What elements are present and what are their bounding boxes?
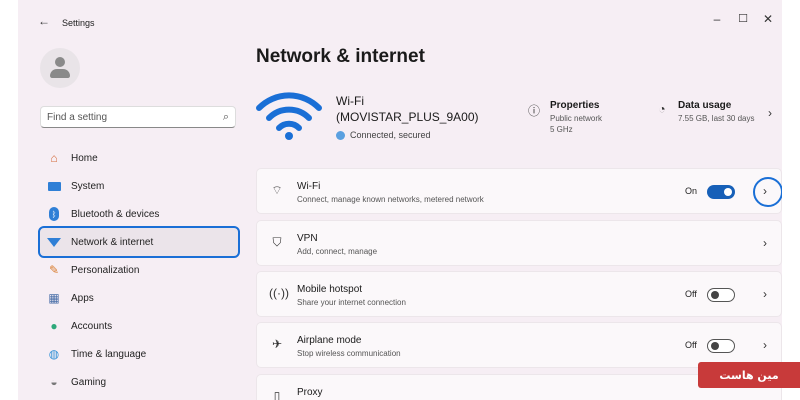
sidebar-item-system[interactable]: System <box>40 172 238 200</box>
sidebar-item-apps[interactable]: ▦ Apps <box>40 284 238 312</box>
card-title: Mobile hotspot <box>297 284 363 295</box>
card-subtitle: Share your internet connection <box>297 298 406 307</box>
sidebar-item-label: Bluetooth & devices <box>71 208 160 220</box>
airplane-mode-toggle[interactable] <box>707 339 735 353</box>
sidebar-item-gaming[interactable]: ◒ Gaming <box>40 368 238 396</box>
sidebar-item-label: Apps <box>71 292 94 304</box>
toggle-knob <box>711 342 719 350</box>
wifi-icon: ⌔ <box>271 183 283 197</box>
vpn-card[interactable]: ⛉ VPN Add, connect, manage › <box>256 220 782 266</box>
card-title: Wi-Fi <box>297 181 321 192</box>
properties-line2: 5 GHz <box>550 125 573 134</box>
chevron-right-icon[interactable]: › <box>763 338 767 352</box>
sidebar-item-bluetooth[interactable]: ᛒ Bluetooth & devices <box>40 200 238 228</box>
sidebar-item-personalization[interactable]: ✎ Personalization <box>40 256 238 284</box>
avatar-head <box>55 57 65 67</box>
wifi-signal-icon <box>256 92 322 140</box>
data-usage-title: Data usage <box>678 100 732 111</box>
properties-line1: Public network <box>550 114 603 123</box>
search-input[interactable] <box>47 111 223 123</box>
brush-icon: ✎ <box>48 263 60 277</box>
toggle-state-label: Off <box>685 340 697 350</box>
info-icon: ⓘ <box>527 104 540 118</box>
hotspot-icon: ((·)) <box>269 286 289 300</box>
main-content: Network & internet Wi-Fi (MOVISTAR_PLUS_… <box>256 0 782 400</box>
pie-chart-icon: ◔ <box>658 102 666 116</box>
home-icon: ⌂ <box>50 151 58 165</box>
chevron-right-icon[interactable]: › <box>768 106 772 120</box>
mobile-hotspot-card[interactable]: ((·)) Mobile hotspot Share your internet… <box>256 271 782 317</box>
network-status-hero: Wi-Fi (MOVISTAR_PLUS_9A00) Connected, se… <box>256 88 782 148</box>
sidebar-item-label: Home <box>71 152 98 164</box>
chevron-right-icon[interactable]: › <box>763 236 767 250</box>
network-type: Wi-Fi <box>336 94 364 108</box>
card-subtitle: Connect, manage known networks, metered … <box>297 195 484 204</box>
page-title: Network & internet <box>256 46 425 67</box>
app-title: Settings <box>62 18 95 28</box>
avatar-body <box>50 69 70 78</box>
shield-icon: ⛉ <box>272 235 282 249</box>
toggle-state-label: Off <box>685 289 697 299</box>
connection-status: Connected, secured <box>336 130 431 140</box>
back-arrow-icon[interactable]: ← <box>38 14 50 28</box>
card-subtitle: Add, connect, manage <box>297 247 378 256</box>
sidebar-item-label: Network & internet <box>71 236 154 248</box>
toggle-knob <box>724 188 732 196</box>
properties-title: Properties <box>550 100 600 111</box>
sidebar-item-network[interactable]: Network & internet <box>38 226 240 258</box>
data-usage-value: 7.55 GB, last 30 days <box>678 114 755 123</box>
chevron-right-icon[interactable]: › <box>763 287 767 301</box>
wifi-toggle[interactable] <box>707 185 735 199</box>
gamepad-icon: ◒ <box>50 375 58 389</box>
toggle-state-label: On <box>685 186 698 196</box>
search-box[interactable]: ⌕ <box>40 106 236 128</box>
properties-link[interactable]: ⓘ Properties Public network 5 GHz <box>526 100 602 135</box>
wifi-icon <box>46 234 62 250</box>
search-icon[interactable]: ⌕ <box>223 111 229 124</box>
card-title: Proxy <box>297 387 323 398</box>
highlight-circle <box>753 177 782 207</box>
sidebar-item-label: System <box>71 180 105 192</box>
chevron-right-icon[interactable]: › <box>763 184 767 198</box>
sidebar-nav: ⌂ Home System ᛒ Bluetooth & devices Netw… <box>38 144 240 396</box>
sidebar-item-accounts[interactable]: ● Accounts <box>40 312 238 340</box>
sidebar-item-label: Gaming <box>71 376 107 388</box>
sidebar-item-label: Accounts <box>71 320 113 332</box>
proxy-icon: ▯ <box>273 389 281 400</box>
globe-icon: ◍ <box>48 347 60 361</box>
sidebar-item-time-language[interactable]: ◍ Time & language <box>40 340 238 368</box>
apps-icon: ▦ <box>48 291 60 305</box>
avatar[interactable] <box>40 48 80 88</box>
sidebar-item-label: Time & language <box>71 348 147 360</box>
card-title: Airplane mode <box>297 335 362 346</box>
airplane-icon: ✈ <box>271 337 283 351</box>
network-ssid: (MOVISTAR_PLUS_9A00) <box>336 110 479 124</box>
sidebar-item-label: Personalization <box>71 264 140 276</box>
monitor-icon <box>46 178 62 194</box>
mobile-hotspot-toggle[interactable] <box>707 288 735 302</box>
card-subtitle: Stop wireless communication <box>297 349 401 358</box>
globe-icon <box>336 130 345 140</box>
sidebar-item-home[interactable]: ⌂ Home <box>40 144 238 172</box>
settings-window: ← Settings – ☐ ✕ ⌕ ⌂ Home System ᛒ Bluet… <box>18 0 782 400</box>
watermark-logo: مین هاست <box>698 362 800 388</box>
card-title: VPN <box>297 233 318 244</box>
bluetooth-icon: ᛒ <box>46 206 62 222</box>
toggle-knob <box>711 291 719 299</box>
connection-status-text: Connected, secured <box>350 130 431 140</box>
person-icon: ● <box>50 319 58 333</box>
data-usage-link[interactable]: ◔ Data usage 7.55 GB, last 30 days <box>654 100 755 124</box>
wifi-card[interactable]: ⌔ Wi-Fi Connect, manage known networks, … <box>256 168 782 214</box>
